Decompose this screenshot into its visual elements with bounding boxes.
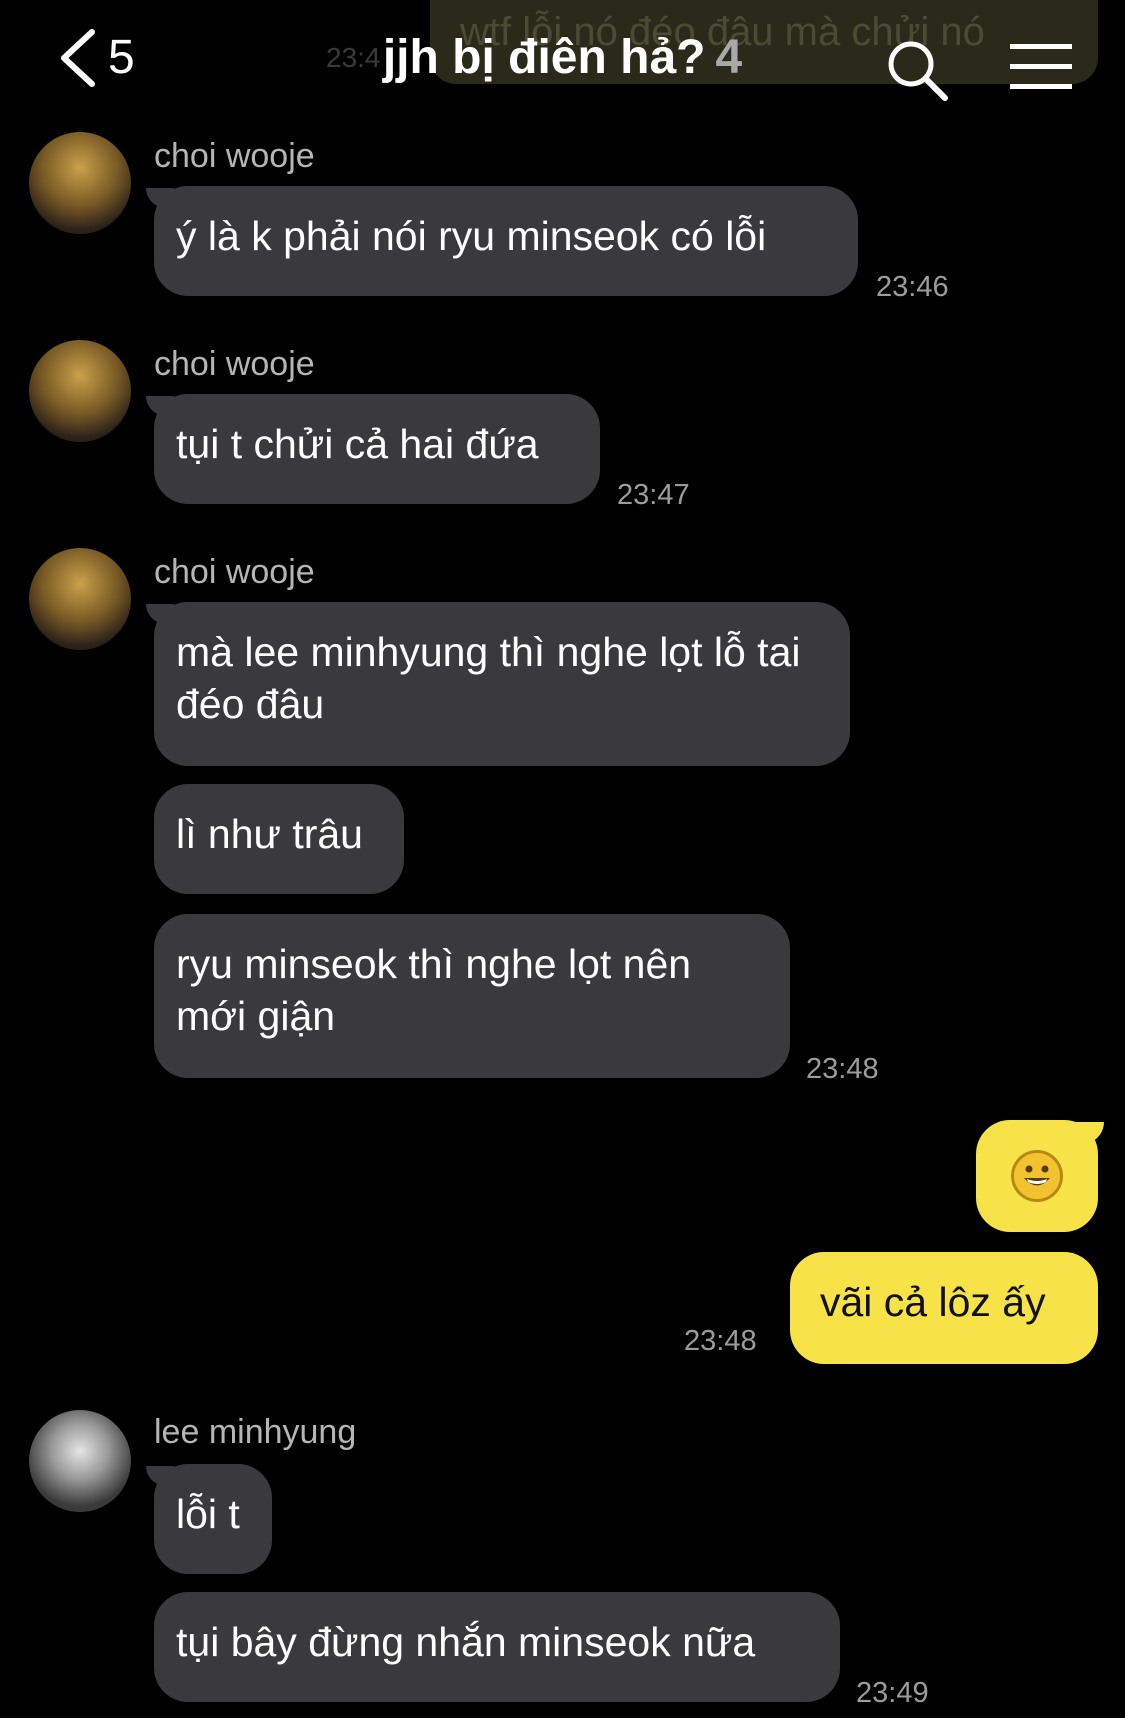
grinning-face-icon [1011,1150,1063,1202]
message-bubble[interactable]: lì như trâu [154,784,404,894]
menu-icon[interactable] [1010,44,1072,90]
avatar[interactable] [29,132,131,234]
avatar[interactable] [29,548,131,650]
sender-name: choi wooje [154,345,315,383]
message-bubble[interactable]: ryu minseok thì nghe lọt nên mới giận [154,914,790,1078]
my-message-bubble[interactable]: vãi cả lôz ấy [790,1252,1098,1364]
message-bubble[interactable]: ý là k phải nói ryu minseok có lỗi [154,186,858,296]
message-bubble[interactable]: tụi bây đừng nhắn minseok nữa [154,1592,840,1702]
chat-title-text: jjh bị điên hả? [382,31,706,84]
timestamp: 23:48 [806,1053,879,1085]
sender-name: choi wooje [154,553,315,591]
message-bubble[interactable]: mà lee minhyung thì nghe lọt lỗ tai đéo … [154,602,850,766]
timestamp: 23:49 [856,1677,929,1709]
search-icon[interactable] [885,38,949,102]
chat-title: jjh bị điên hả? 4 [0,28,1125,88]
avatar[interactable] [29,1410,131,1512]
sender-name: choi wooje [154,137,315,175]
timestamp: 23:47 [617,479,690,511]
member-count: 4 [715,31,743,84]
timestamp: 23:46 [876,271,949,303]
my-emoji-bubble[interactable] [976,1120,1098,1232]
message-bubble[interactable]: tụi t chửi cả hai đứa [154,394,600,504]
timestamp: 23:48 [684,1325,757,1357]
avatar[interactable] [29,340,131,442]
message-bubble[interactable]: lỗi t [154,1464,272,1574]
sender-name: lee minhyung [154,1413,357,1451]
